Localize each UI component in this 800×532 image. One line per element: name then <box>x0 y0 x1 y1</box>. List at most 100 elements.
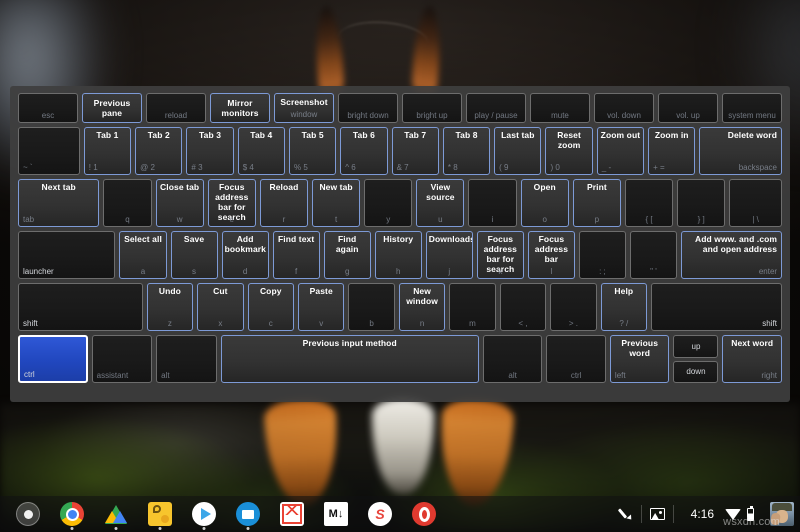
key-quote[interactable]: " ' <box>629 231 677 279</box>
launcher-button[interactable] <box>6 496 50 532</box>
key-letter-a[interactable]: Select all a <box>119 231 167 279</box>
shelf-app-markdown[interactable]: M↓ <box>314 496 358 532</box>
key-digit-0[interactable]: Reset zoom) 0 <box>545 127 593 175</box>
key-digit-3[interactable]: Tab 3 # 3 <box>186 127 234 175</box>
shelf-app-s[interactable]: S <box>358 496 402 532</box>
key-space[interactable]: Previous input method <box>220 335 479 383</box>
key-letter-d[interactable]: Add bookmark d <box>221 231 269 279</box>
shelf-app-play[interactable] <box>182 496 226 532</box>
key-shortcut-label: History <box>383 234 414 244</box>
key-shortcut-label: Focus address bar <box>534 234 569 264</box>
key-letter-q[interactable]: q <box>103 179 152 227</box>
key-equals[interactable]: Zoom in + = <box>648 127 696 175</box>
key-fullscreen[interactable]: Mirror monitors <box>210 93 270 123</box>
key-letter-m[interactable]: m <box>449 283 496 331</box>
key-shift-right[interactable]: shift <box>651 283 782 331</box>
key-arrow-right[interactable]: Next word right <box>722 335 782 383</box>
key-launcher[interactable]: launcher <box>18 231 116 279</box>
key-shortcut-label: Help <box>614 286 634 296</box>
key-letter-j[interactable]: Downloads j <box>425 231 473 279</box>
key-letter-t[interactable]: New tab t <box>312 179 361 227</box>
key-shortcut-label: Copy <box>259 286 282 296</box>
key-letter-e[interactable]: Focus address bar for search e <box>207 179 256 227</box>
key-period[interactable]: > . <box>550 283 597 331</box>
key-bracket-right[interactable]: } ] <box>677 179 726 227</box>
key-letter-x[interactable]: Cut x <box>197 283 244 331</box>
key-letter-b[interactable]: b <box>348 283 395 331</box>
key-overview[interactable]: Screenshot window <box>274 93 334 123</box>
key-brightness-down[interactable]: bright down <box>338 93 398 123</box>
key-reload[interactable]: reload <box>146 93 206 123</box>
key-letter-n[interactable]: New window n <box>398 283 446 331</box>
key-back[interactable]: Previous pane <box>82 93 142 123</box>
key-minus[interactable]: Zoom out _ - <box>596 127 645 175</box>
key-letter-i[interactable]: i <box>468 179 517 227</box>
key-digit-8[interactable]: Tab 8 * 8 <box>442 127 491 175</box>
shelf-app-opera[interactable] <box>402 496 446 532</box>
key-system-menu[interactable]: system menu <box>722 93 782 123</box>
key-letter-s[interactable]: Save s <box>170 231 218 279</box>
shelf-app-chrome[interactable] <box>50 496 94 532</box>
key-digit-4[interactable]: Tab 4 $ 4 <box>237 127 285 175</box>
key-shortcut-label: Tab 8 <box>455 130 478 140</box>
key-arrow-down[interactable]: down <box>673 360 719 383</box>
key-assistant[interactable]: assistant <box>91 335 153 383</box>
key-semicolon[interactable]: : ; <box>578 231 626 279</box>
key-esc[interactable]: esc <box>18 93 78 123</box>
key-letter-k[interactable]: Focus address bar for search k <box>476 231 524 279</box>
key-digit-9[interactable]: Last tab ( 9 <box>494 127 542 175</box>
key-letter-v[interactable]: Paste v <box>297 283 345 331</box>
app-running-indicator <box>246 527 250 530</box>
key-letter-z[interactable]: Undo z <box>146 283 194 331</box>
key-digit-2[interactable]: Tab 2 @ 2 <box>135 127 183 175</box>
shelf-app-gmail[interactable] <box>270 496 314 532</box>
key-arrow-up[interactable]: up <box>673 335 719 358</box>
key-alt-left[interactable]: alt <box>156 335 217 383</box>
key-letter-p[interactable]: Print p <box>572 179 621 227</box>
key-letter-u[interactable]: View source u <box>416 179 465 227</box>
key-legend-label: m <box>469 319 476 328</box>
key-digit-7[interactable]: Tab 7 & 7 <box>391 127 439 175</box>
key-backslash[interactable]: | \ <box>729 179 783 227</box>
key-backspace[interactable]: Delete word backspace <box>699 127 782 175</box>
key-enter[interactable]: Add www. and .com and open address enter <box>681 231 783 279</box>
key-letter-r[interactable]: Reload r <box>259 179 309 227</box>
clock-label: 4:16 <box>690 507 714 521</box>
key-tab[interactable]: Next tab tab <box>18 179 100 227</box>
key-shift-left[interactable]: shift <box>18 283 143 331</box>
key-mute[interactable]: mute <box>530 93 590 123</box>
key-letter-c[interactable]: Copy c <box>247 283 294 331</box>
key-digit-1[interactable]: Tab 1 ! 1 <box>83 127 132 175</box>
key-play-pause[interactable]: play / pause <box>466 93 526 123</box>
key-letter-g[interactable]: Find again g <box>323 231 371 279</box>
key-backtick[interactable]: ~ ` <box>18 127 80 175</box>
key-letter-o[interactable]: Open o <box>520 179 569 227</box>
key-ctrl-right[interactable]: ctrl <box>546 335 606 383</box>
shelf-app-drive[interactable] <box>94 496 138 532</box>
avatar-hand <box>770 512 781 526</box>
key-letter-w[interactable]: Close tab w <box>155 179 204 227</box>
key-arrow-left[interactable]: Previous word left <box>609 335 670 383</box>
key-comma[interactable]: < , <box>499 283 547 331</box>
key-alt-right[interactable]: alt <box>482 335 543 383</box>
key-letter-l[interactable]: Focus address bar l <box>527 231 575 279</box>
shelf-app-keep[interactable] <box>138 496 182 532</box>
key-volume-down[interactable]: vol. down <box>594 93 654 123</box>
screen-capture-tray-button[interactable] <box>642 496 673 532</box>
key-letter-h[interactable]: History h <box>374 231 422 279</box>
key-ctrl-left[interactable]: ctrl <box>18 335 88 383</box>
key-letter-f[interactable]: Find text f <box>272 231 320 279</box>
status-area-button[interactable]: 4:16 <box>674 496 762 532</box>
stylus-tray-button[interactable] <box>611 496 641 532</box>
key-letter-y[interactable]: y <box>364 179 413 227</box>
key-slash[interactable]: Help ? / <box>600 283 648 331</box>
shelf-app-files[interactable] <box>226 496 270 532</box>
key-brightness-up[interactable]: bright up <box>402 93 462 123</box>
key-legend-label: vol. down <box>607 111 641 120</box>
key-digit-6[interactable]: Tab 6 ^ 6 <box>340 127 388 175</box>
avatar-button[interactable] <box>762 496 800 532</box>
key-digit-5[interactable]: Tab 5 % 5 <box>288 127 337 175</box>
system-tray[interactable]: 4:16 <box>611 496 800 532</box>
key-bracket-left[interactable]: { [ <box>624 179 674 227</box>
key-volume-up[interactable]: vol. up <box>658 93 718 123</box>
